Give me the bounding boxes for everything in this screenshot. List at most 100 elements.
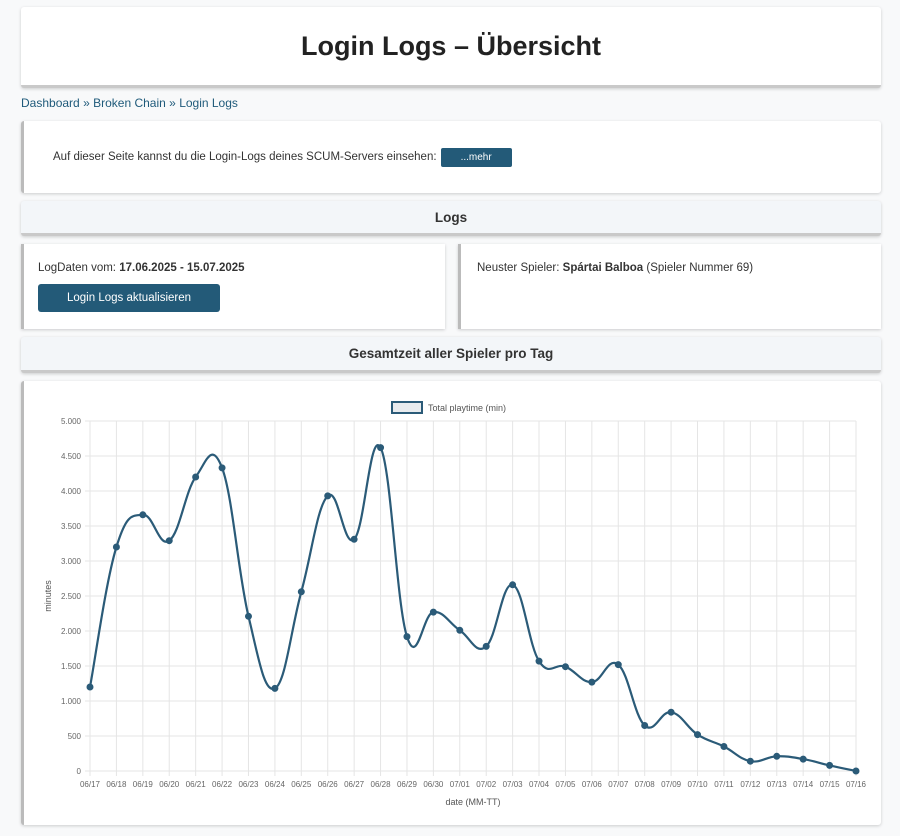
x-tick-label: 06/20 (159, 780, 180, 789)
legend-label: Total playtime (min) (428, 403, 506, 413)
y-tick-label: 2.500 (61, 592, 82, 601)
x-axis-label: date (MM-TT) (446, 797, 501, 807)
data-point (86, 683, 94, 691)
breadcrumb-current[interactable]: Login Logs (179, 96, 238, 110)
y-tick-label: 3.000 (61, 557, 82, 566)
x-tick-label: 06/29 (397, 780, 418, 789)
data-point (324, 492, 332, 500)
data-point (139, 511, 147, 519)
x-tick-label: 06/22 (212, 780, 233, 789)
data-point (641, 722, 649, 729)
data-point (244, 612, 252, 620)
x-tick-label: 07/03 (503, 780, 524, 789)
x-tick-label: 07/04 (529, 780, 550, 789)
breadcrumb: Dashboard » Broken Chain » Login Logs (21, 96, 238, 110)
x-tick-label: 07/11 (714, 780, 734, 789)
data-point (826, 761, 834, 769)
data-point (377, 444, 385, 452)
x-tick-label: 06/23 (238, 780, 259, 789)
x-tick-label: 07/01 (450, 780, 471, 789)
x-tick-label: 06/19 (133, 780, 154, 789)
y-tick-label: 3.500 (61, 522, 82, 531)
newest-player-label: Neuster Spieler: (477, 262, 560, 274)
newest-player-number: (Spieler Nummer 69) (646, 262, 754, 274)
chart-card: 0 500 1.000 1.500 2.000 2.500 3.000 3.500 4.000 4… (21, 381, 881, 825)
playtime-chart: 0 500 1.000 1.500 2.000 2.500 3.000 3.500 4.000 4… (43, 401, 867, 807)
data-point (218, 464, 226, 472)
y-axis-label: minutes (43, 580, 53, 612)
log-range-card: LogDaten vom: 17.06.2025 - 15.07.2025 Lo… (21, 244, 445, 329)
x-tick-label: 07/12 (740, 780, 761, 789)
logs-section-title: Logs (434, 209, 468, 225)
data-point (561, 663, 569, 671)
x-tick-label: 06/18 (106, 780, 127, 789)
x-tick-label: 07/05 (555, 780, 576, 789)
x-tick-label: 07/13 (767, 780, 788, 789)
x-tick-label: 07/16 (846, 780, 867, 789)
data-point (297, 588, 305, 596)
x-tick-label: 06/30 (423, 780, 444, 789)
breadcrumb-dashboard[interactable]: Dashboard (21, 96, 80, 110)
x-tick-label: 06/24 (265, 780, 286, 789)
breadcrumb-server[interactable]: Broken Chain (93, 96, 166, 110)
x-tick-label: 06/27 (344, 780, 365, 789)
y-tick-label: 2.000 (61, 627, 82, 636)
title-card: Login Logs – Übersicht (21, 7, 881, 88)
data-point (746, 757, 754, 765)
data-point (482, 642, 490, 650)
y-tick-label: 4.500 (61, 452, 82, 461)
breadcrumb-separator: » (83, 96, 90, 110)
data-point (852, 767, 860, 775)
data-point (614, 661, 622, 669)
x-tick-label: 06/25 (291, 780, 312, 789)
data-point (720, 743, 728, 750)
refresh-logs-button[interactable]: Login Logs aktualisieren (38, 284, 221, 312)
newest-player-name: Spártai Balboa (562, 262, 644, 274)
info-text: Auf dieser Seite kannst du die Login-Log… (53, 151, 437, 163)
more-button[interactable]: ...mehr (440, 147, 512, 167)
data-point (165, 537, 173, 545)
x-tick-label: 07/02 (476, 780, 497, 789)
data-point (773, 752, 781, 760)
data-point (588, 678, 596, 686)
log-range-value: 17.06.2025 - 15.07.2025 (119, 262, 245, 274)
legend-swatch (391, 401, 423, 414)
chart-section-header: Gesamtzeit aller Spieler pro Tag (21, 337, 881, 373)
y-tick-label: 5.000 (61, 417, 82, 426)
y-tick-label: 4.000 (61, 487, 82, 496)
data-point (192, 473, 200, 481)
x-tick-label: 06/21 (186, 780, 207, 789)
logs-section-header: Logs (21, 201, 881, 236)
data-point (667, 708, 675, 716)
data-point (694, 731, 702, 739)
x-tick-label: 06/26 (318, 780, 339, 789)
data-point (112, 543, 120, 551)
log-range-line: LogDaten vom: 17.06.2025 - 15.07.2025 (38, 262, 445, 274)
x-tick-label: 07/06 (582, 780, 603, 789)
data-point (403, 633, 411, 641)
x-tick-label: 06/28 (371, 780, 392, 789)
data-point (456, 626, 464, 634)
x-tick-label: 07/07 (608, 780, 629, 789)
y-tick-label: 1.000 (61, 697, 82, 706)
breadcrumb-separator: » (169, 96, 176, 110)
x-tick-label: 06/17 (80, 780, 101, 789)
x-tick-label: 07/15 (820, 780, 841, 789)
page-title: Login Logs – Übersicht (300, 30, 602, 61)
data-point (429, 608, 437, 616)
y-tick-label: 1.500 (61, 662, 82, 671)
x-tick-label: 07/14 (793, 780, 814, 789)
x-tick-label: 07/10 (688, 780, 709, 789)
newest-player-card: Neuster Spieler: Spártai Balboa (Spieler… (458, 244, 881, 329)
x-tick-label: 07/08 (635, 780, 656, 789)
data-point (509, 581, 517, 589)
y-tick-label: 0 (77, 767, 82, 776)
data-point (350, 535, 358, 543)
log-range-label: LogDaten vom: (38, 262, 116, 274)
chart-section-title: Gesamtzeit aller Spieler pro Tag (348, 346, 554, 361)
data-point (799, 755, 807, 763)
info-card: Auf dieser Seite kannst du die Login-Log… (21, 121, 881, 193)
series-line (88, 444, 857, 773)
data-point (271, 684, 279, 692)
y-tick-label: 500 (68, 732, 82, 741)
